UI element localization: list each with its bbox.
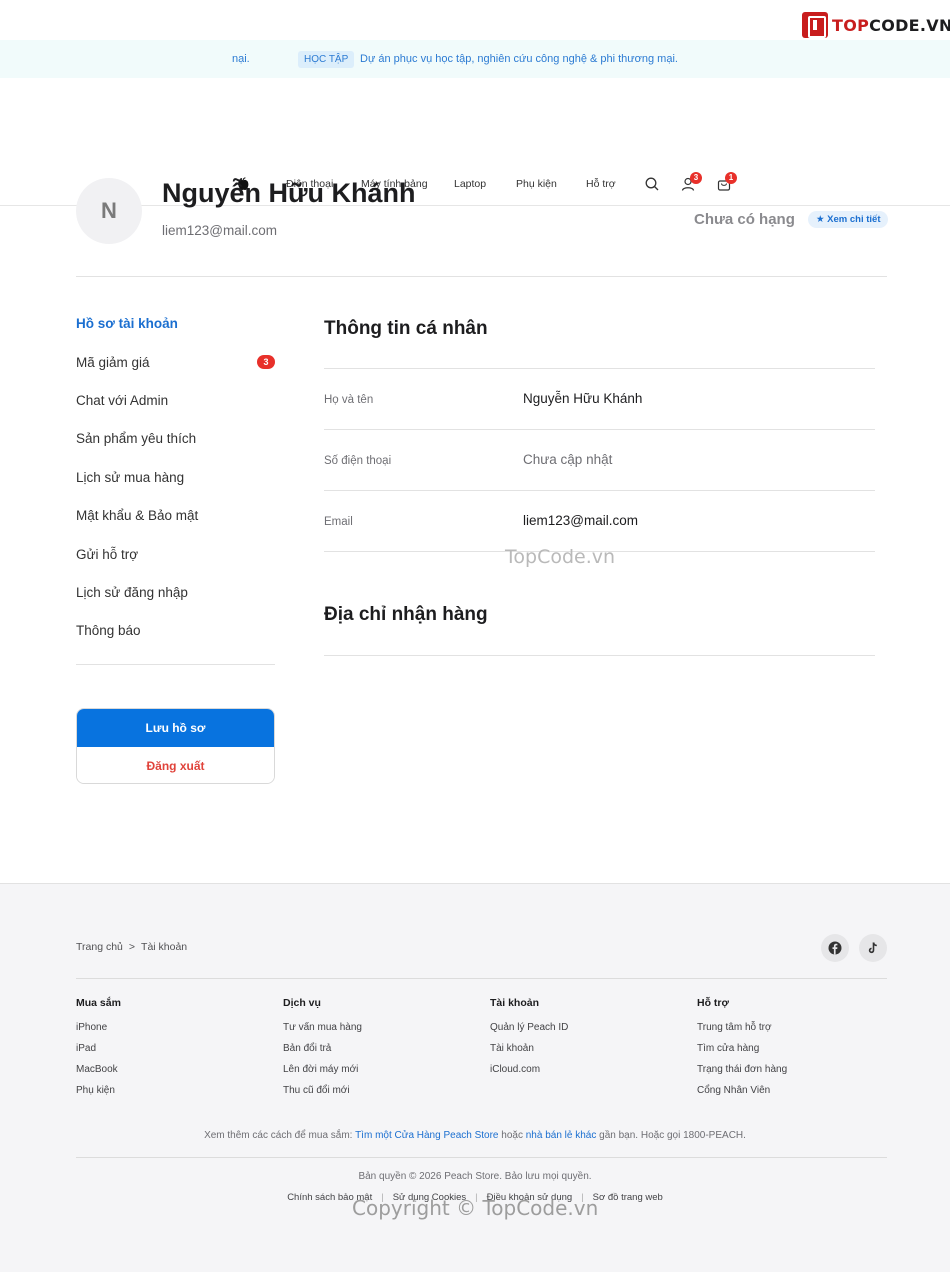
profile-email: liem123@mail.com — [162, 223, 277, 238]
footer-divider — [76, 1157, 887, 1158]
save-profile-button[interactable]: Lưu hồ sơ — [77, 709, 274, 747]
footer-col-title-shopping: Mua sắm — [76, 997, 121, 1009]
legal-link-sitemap[interactable]: Sơ đồ trang web — [593, 1192, 663, 1203]
footer-link[interactable]: Tư vấn mua hàng — [283, 1022, 362, 1033]
nav-laptop[interactable]: Laptop — [454, 178, 486, 190]
cart-count-badge: 1 — [725, 172, 737, 184]
footer-col-title-support: Hỗ trợ — [697, 997, 729, 1009]
rank-detail-link[interactable]: ★ Xem chi tiết — [808, 211, 889, 228]
nav-accessories[interactable]: Phụ kiện — [516, 178, 557, 190]
copyright-watermark: Copyright © TopCode.vn — [352, 1196, 599, 1220]
facebook-icon — [828, 941, 842, 955]
personal-info-title: Thông tin cá nhân — [324, 318, 488, 339]
footer-link[interactable]: MacBook — [76, 1064, 118, 1075]
footer-link[interactable]: iPad — [76, 1043, 96, 1054]
footer-link[interactable]: Lên đời máy mới — [283, 1064, 358, 1075]
brand-logo-text: TOPCODE.VN — [832, 15, 950, 35]
rank-label: Chưa có hạng — [694, 211, 795, 228]
breadcrumb: Trang chủ > Tài khoản — [76, 941, 187, 953]
brand-logo[interactable]: TOPCODE.VN — [802, 12, 950, 38]
sidebar-item-order-history[interactable]: Lịch sử mua hàng — [76, 470, 184, 485]
sidebar-item-coupons[interactable]: Mã giảm giá — [76, 355, 150, 370]
info-divider — [324, 429, 875, 430]
sidebar-item-chat-admin[interactable]: Chat với Admin — [76, 393, 168, 408]
search-icon[interactable] — [644, 176, 660, 192]
announcement-fragment: nại. — [232, 53, 250, 65]
footer-link[interactable]: Phụ kiện — [76, 1085, 115, 1096]
brand-logo-icon — [802, 12, 828, 38]
profile-divider — [76, 276, 887, 277]
info-divider — [324, 490, 875, 491]
copyright-text: Bản quyền © 2026 Peach Store. Bảo lưu mọ… — [358, 1171, 592, 1182]
breadcrumb-home[interactable]: Trang chủ — [76, 941, 123, 953]
footer-link[interactable]: Trung tâm hỗ trợ — [697, 1022, 772, 1033]
footer-divider — [76, 978, 887, 979]
announcement-pill: HỌC TẬP — [298, 51, 355, 68]
announcement-text: Dự án phục vụ học tập, nghiên cứu công n… — [360, 53, 678, 65]
tiktok-icon — [868, 942, 877, 954]
user-notification-badge: 3 — [690, 172, 702, 184]
field-value-email: liem123@mail.com — [523, 513, 638, 528]
retailer-link[interactable]: nhà bán lẻ khác — [526, 1130, 597, 1141]
footer-link[interactable]: Tìm cửa hàng — [697, 1043, 759, 1054]
field-label-email: Email — [324, 516, 353, 528]
info-divider — [324, 368, 875, 369]
sidebar-actions: Lưu hồ sơ Đăng xuất — [76, 708, 275, 784]
breadcrumb-current: Tài khoản — [141, 941, 188, 953]
profile-name: Nguyễn Hữu Khánh — [162, 178, 416, 208]
coupon-count-badge: 3 — [257, 355, 275, 369]
breadcrumb-separator: > — [128, 941, 136, 953]
field-value-phone: Chưa cập nhật — [523, 452, 613, 467]
field-value-fullname: Nguyễn Hữu Khánh — [523, 391, 643, 406]
sidebar-item-support-request[interactable]: Gửi hỗ trợ — [76, 547, 138, 562]
footer-link[interactable]: Cổng Nhân Viên — [697, 1085, 770, 1096]
footer-link[interactable]: Trạng thái đơn hàng — [697, 1064, 787, 1075]
sidebar-item-notifications[interactable]: Thông báo — [76, 623, 141, 638]
footer-link[interactable]: iPhone — [76, 1022, 107, 1033]
footer-link[interactable]: Bản đổi trả — [283, 1043, 331, 1054]
footer-col-title-services: Dịch vụ — [283, 997, 321, 1009]
sidebar-item-login-history[interactable]: Lịch sử đăng nhập — [76, 585, 188, 600]
footer-link[interactable]: iCloud.com — [490, 1064, 540, 1075]
logout-button[interactable]: Đăng xuất — [77, 747, 274, 783]
watermark-text: TopCode.vn — [505, 546, 616, 568]
footer-link[interactable]: Tài khoản — [490, 1043, 534, 1054]
tiktok-link[interactable] — [859, 934, 887, 962]
footer-link[interactable]: Quản lý Peach ID — [490, 1022, 568, 1033]
footer-col-title-account: Tài khoản — [490, 997, 540, 1009]
field-label-phone: Số điện thoại — [324, 455, 392, 467]
sidebar-item-security[interactable]: Mật khẩu & Bảo mật — [76, 508, 198, 523]
sidebar-item-profile[interactable]: Hồ sơ tài khoản — [76, 316, 178, 331]
field-label-fullname: Họ và tên — [324, 394, 374, 406]
sidebar-divider — [76, 664, 275, 665]
footer-shopping-note: Xem thêm các cách để mua sắm: Tìm một Cử… — [204, 1130, 746, 1141]
footer-link[interactable]: Thu cũ đổi mới — [283, 1085, 350, 1096]
shipping-address-title: Địa chỉ nhận hàng — [324, 604, 488, 625]
address-divider — [324, 655, 875, 656]
facebook-link[interactable] — [821, 934, 849, 962]
sidebar-item-favorites[interactable]: Sản phẩm yêu thích — [76, 431, 196, 446]
nav-support[interactable]: Hỗ trợ — [586, 178, 616, 190]
avatar: N — [76, 178, 142, 244]
find-store-link[interactable]: Tìm một Cửa Hàng Peach Store — [355, 1130, 498, 1141]
